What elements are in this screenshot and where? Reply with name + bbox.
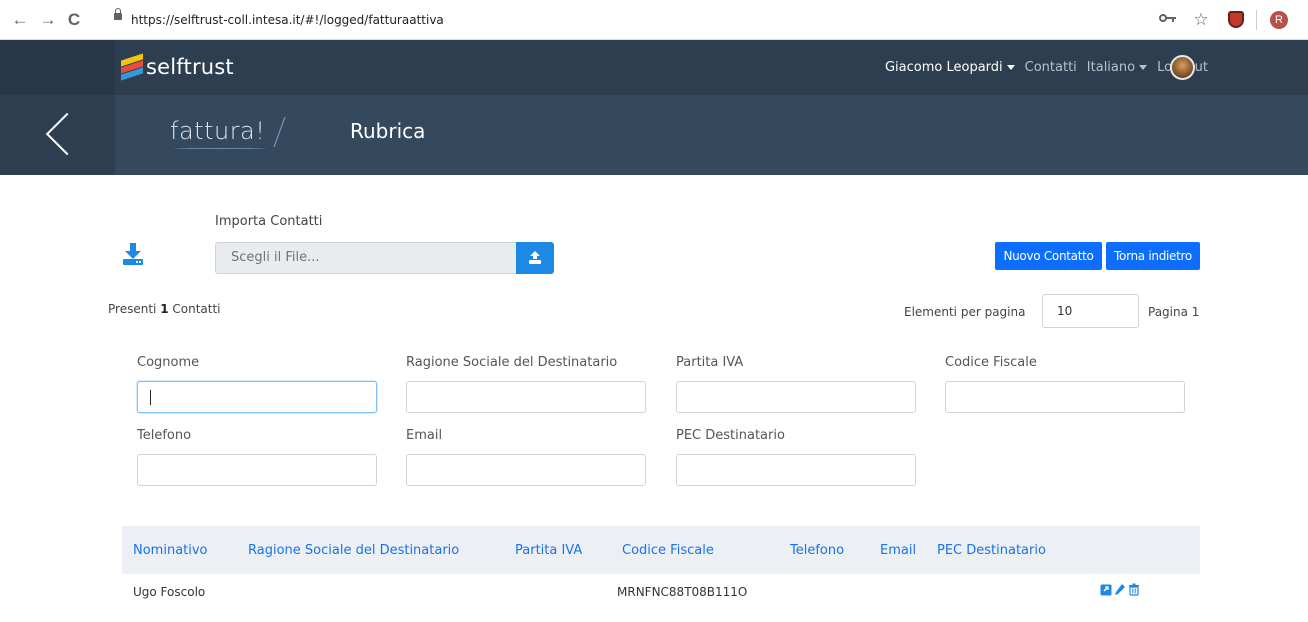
text-cursor [150,390,151,405]
file-picker-input[interactable]: Scegli il File... [215,242,517,274]
pec-field[interactable] [676,454,916,486]
key-icon[interactable] [1158,10,1178,30]
download-icon[interactable] [122,241,144,267]
view-icon[interactable] [1100,583,1112,596]
app-top-nav: selftrust Giacomo Leopardi Contatti Ital… [0,40,1308,95]
per-page-label: Elementi per pagina [904,305,1026,319]
address-bar[interactable]: https://selftrust-coll.intesa.it/#!/logg… [131,7,444,33]
cell-codice-fiscale: MRNFNC88T08B111O [617,585,748,599]
chevron-left-icon [45,112,89,156]
caret-down-icon [1006,65,1015,70]
user-menu[interactable]: Giacomo Leopardi [885,60,1015,75]
browser-reload-button[interactable]: C [64,10,84,30]
ragione-sociale-field[interactable] [406,381,646,413]
cell-nominativo: Ugo Foscolo [133,585,206,599]
telefono-field[interactable] [137,454,377,486]
selftrust-logo[interactable]: selftrust [121,53,234,81]
browser-toolbar: ← → C https://selftrust-coll.intesa.it/#… [0,0,1308,40]
user-name: Giacomo Leopardi [884,60,1003,75]
th-partita-iva[interactable]: Partita IVA [515,543,582,558]
codice-fiscale-label: Codice Fiscale [945,355,1037,370]
codice-fiscale-field[interactable] [945,381,1185,413]
brand-underline-decoration [174,147,266,149]
toolbar-separator [1256,10,1257,30]
cognome-field[interactable] [137,381,377,413]
extension-shield-icon[interactable] [1228,11,1244,28]
telefono-label: Telefono [137,428,192,443]
row-actions [1100,583,1140,599]
nav-left-strip [0,40,115,95]
fattura-brand-logo: fattura! [170,117,266,145]
ragione-sociale-label: Ragione Sociale del Destinatario [406,355,618,370]
forward-arrow-icon: → [39,10,57,29]
th-telefono[interactable]: Telefono [790,543,844,558]
user-avatar[interactable] [1170,55,1195,80]
delete-icon[interactable] [1128,583,1140,596]
partita-iva-field[interactable] [676,381,916,413]
selftrust-logo-icon [121,53,143,81]
th-ragione-sociale[interactable]: Ragione Sociale del Destinatario [248,543,459,558]
browser-forward-button[interactable]: → [38,10,58,30]
reload-icon: C [67,10,81,29]
th-email[interactable]: Email [880,543,916,558]
language-label: Italiano [1086,60,1136,75]
bookmark-star-icon[interactable]: ☆ [1191,10,1211,30]
caret-down-icon [1139,65,1148,70]
count-suffix: Contatti [172,302,221,316]
edit-icon[interactable] [1114,583,1126,596]
partita-iva-label: Partita IVA [676,355,744,370]
cognome-label: Cognome [137,355,200,370]
page-title: Rubrica [350,119,426,143]
new-contact-button[interactable]: Nuovo Contatto [995,242,1102,270]
browser-back-button[interactable]: ← [10,10,30,30]
lock-icon [114,8,122,20]
th-pec[interactable]: PEC Destinatario [937,543,1046,558]
star-glyph: ☆ [1193,10,1209,29]
contatti-label: Contatti [1024,60,1077,75]
sub-header: fattura! Rubrica [0,95,1308,175]
per-page-input[interactable]: 10 [1042,294,1139,328]
profile-avatar[interactable]: R [1270,11,1288,29]
brand-slash-decoration [262,117,286,147]
upload-icon [529,251,541,264]
th-codice-fiscale[interactable]: Codice Fiscale [622,543,714,558]
pec-label: PEC Destinatario [676,428,785,443]
back-arrow-icon: ← [11,10,29,29]
contacts-count-text: Presenti 1 Contatti [108,302,221,316]
email-label: Email [406,428,443,443]
count-value: 1 [160,302,169,316]
nav-contatti[interactable]: Contatti [1025,60,1077,75]
language-menu[interactable]: Italiano [1086,60,1148,75]
go-back-button[interactable]: Torna indietro [1106,242,1200,270]
back-button[interactable] [0,95,115,175]
email-field[interactable] [406,454,646,486]
count-prefix: Presenti [108,302,157,316]
nav-links: Giacomo Leopardi Contatti Italiano Log O… [875,40,1208,95]
logo-text: selftrust [146,55,234,79]
import-label: Importa Contatti [215,214,323,229]
upload-button[interactable] [516,242,554,274]
th-nominativo[interactable]: Nominativo [133,543,208,558]
page-indicator: Pagina 1 [1148,305,1200,319]
